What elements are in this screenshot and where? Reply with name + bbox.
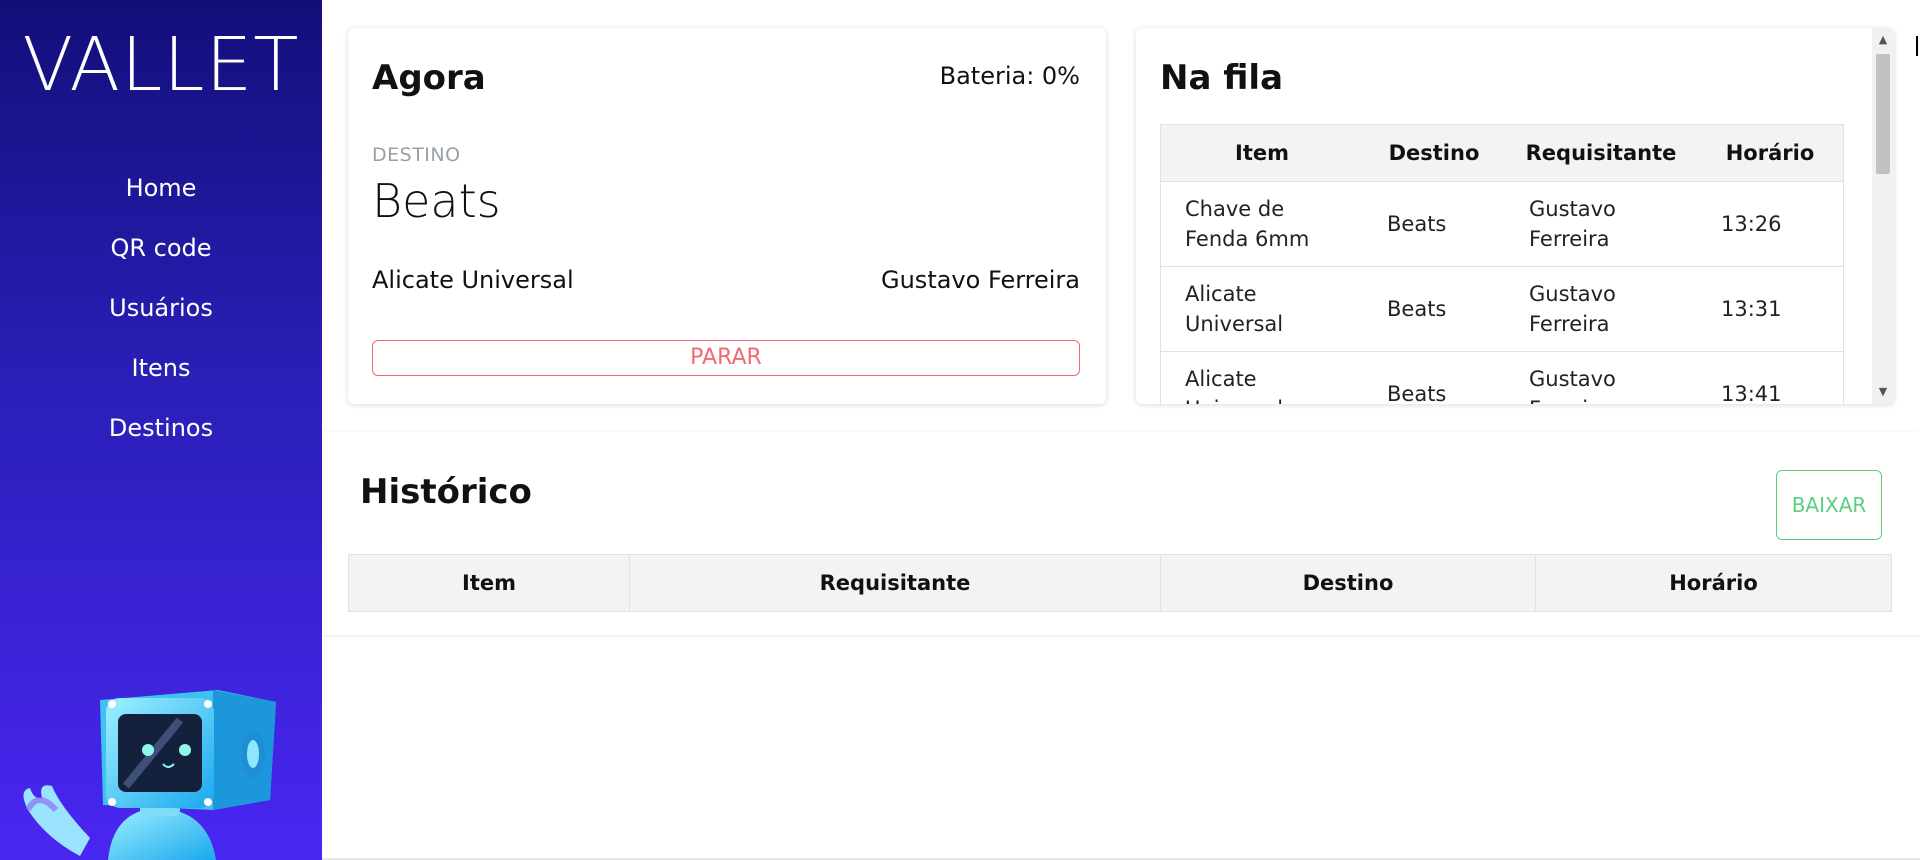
table-row: Alicate Universal Beats Gustavo Ferreira… xyxy=(1160,266,1844,352)
queue-scrollbar[interactable]: ▲ ▼ xyxy=(1872,28,1894,404)
queue-cell-item: Alicate Universal xyxy=(1160,266,1363,352)
scroll-thumb[interactable] xyxy=(1876,54,1890,174)
queue-cell-requester: Gustavo Ferreira xyxy=(1505,266,1697,352)
queue-cell-time: 13:31 xyxy=(1697,266,1844,352)
sidebar: VALLET Home QR code Usuários Itens Desti… xyxy=(0,0,322,860)
nav-items[interactable]: Itens xyxy=(0,350,322,410)
app-logo: VALLET xyxy=(22,22,300,108)
text-cursor-icon xyxy=(1916,36,1918,56)
queue-cell-time: 13:26 xyxy=(1697,181,1844,267)
history-header-destination: Destino xyxy=(1160,554,1536,612)
current-requester: Gustavo Ferreira xyxy=(881,266,1080,294)
destination-value: Beats xyxy=(372,174,501,228)
robot-mascot-illustration xyxy=(23,690,276,860)
history-header-row: Item Requisitante Destino Horário xyxy=(348,554,1892,612)
download-button[interactable]: BAIXAR xyxy=(1776,470,1882,540)
table-row: Chave de Fenda 6mm Beats Gustavo Ferreir… xyxy=(1160,181,1844,267)
current-title: Agora xyxy=(372,58,486,98)
history-table: Item Requisitante Destino Horário xyxy=(348,554,1892,612)
queue-header-item: Item xyxy=(1160,124,1363,182)
destination-label: DESTINO xyxy=(372,144,461,166)
sidebar-nav: Home QR code Usuários Itens Destinos xyxy=(0,170,322,470)
history-header-time: Horário xyxy=(1535,554,1892,612)
queue-cell-item: Alicate Universal xyxy=(1160,351,1363,404)
queue-table: Item Destino Requisitante Horário Chave … xyxy=(1160,124,1844,404)
table-row: Alicate Universal Beats Gustavo Ferreira… xyxy=(1160,351,1844,404)
queue-title: Na fila xyxy=(1160,58,1284,98)
history-header-requester: Requisitante xyxy=(629,554,1161,612)
queue-header-time: Horário xyxy=(1697,124,1844,182)
history-header-item: Item xyxy=(348,554,630,612)
queue-cell-item: Chave de Fenda 6mm xyxy=(1160,181,1363,267)
current-delivery-card: Agora Bateria: 0% DESTINO Beats Alicate … xyxy=(348,28,1106,404)
history-title: Histórico xyxy=(360,472,532,512)
queue-cell-time: 13:41 xyxy=(1697,351,1844,404)
nav-destinations[interactable]: Destinos xyxy=(0,410,322,470)
queue-header-row: Item Destino Requisitante Horário xyxy=(1160,124,1844,182)
scroll-up-arrow-icon[interactable]: ▲ xyxy=(1872,30,1894,50)
queue-cell-destination: Beats xyxy=(1363,351,1505,404)
current-item: Alicate Universal xyxy=(372,266,574,294)
battery-status: Bateria: 0% xyxy=(939,62,1080,90)
nav-qr-code[interactable]: QR code xyxy=(0,230,322,290)
queue-cell-destination: Beats xyxy=(1363,266,1505,352)
queue-cell-destination: Beats xyxy=(1363,181,1505,267)
queue-cell-requester: Gustavo Ferreira xyxy=(1505,351,1697,404)
stop-button[interactable]: PARAR xyxy=(372,340,1080,376)
queue-header-destination: Destino xyxy=(1363,124,1505,182)
history-card: Histórico BAIXAR Item Requisitante Desti… xyxy=(322,432,1920,635)
queue-card: Na fila Item Destino Requisitante Horári… xyxy=(1136,28,1894,404)
queue-header-requester: Requisitante xyxy=(1505,124,1697,182)
queue-cell-requester: Gustavo Ferreira xyxy=(1505,181,1697,267)
scroll-down-arrow-icon[interactable]: ▼ xyxy=(1872,382,1894,402)
nav-users[interactable]: Usuários xyxy=(0,290,322,350)
nav-home[interactable]: Home xyxy=(0,170,322,230)
